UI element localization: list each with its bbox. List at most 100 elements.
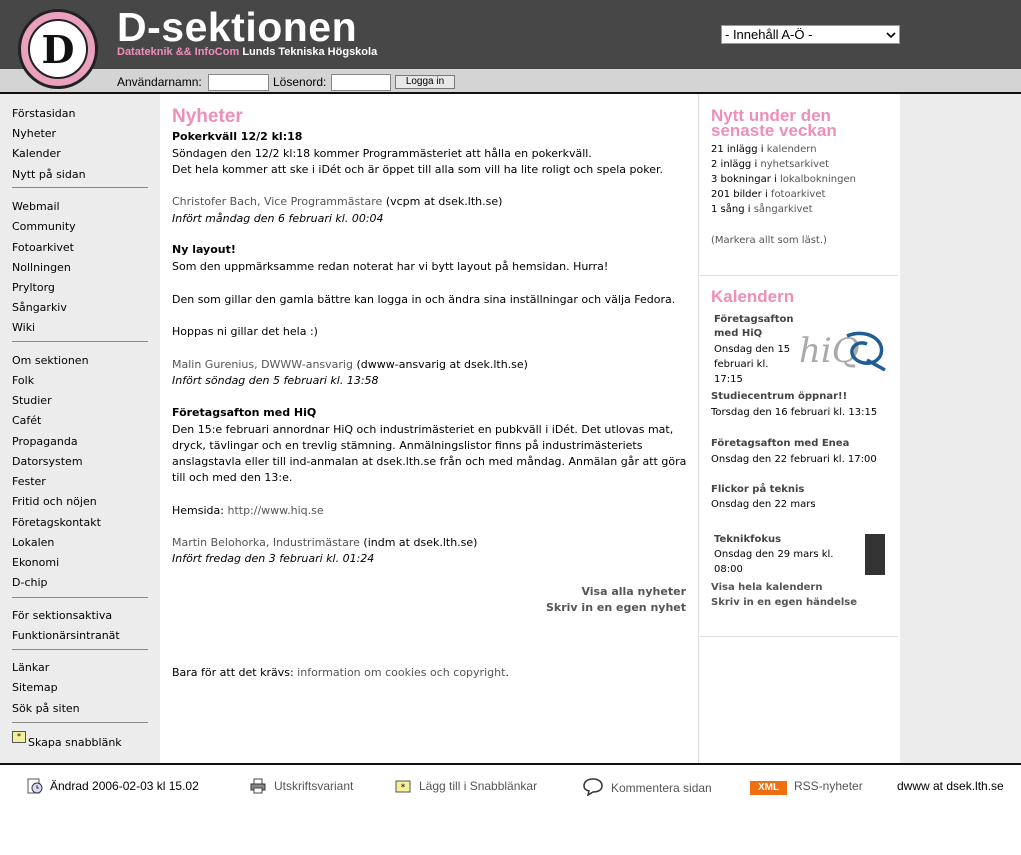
recent-count: 201 bilder i xyxy=(711,189,771,200)
nav-lankar[interactable]: Länkar xyxy=(12,661,49,674)
az-select-value: - Innehåll A-Ö - xyxy=(725,27,813,42)
nav-forstasidan[interactable]: Förstasidan xyxy=(12,107,75,120)
subtitle-program: Datateknik && InfoCom xyxy=(117,46,240,58)
username-label: Användarnamn: xyxy=(117,75,202,89)
nav-lokalen[interactable]: Lokalen xyxy=(12,536,54,549)
hiq-logo: hiQ xyxy=(799,331,886,372)
event-date: 08:00 xyxy=(714,564,743,575)
homepage-link[interactable]: http://www.hiq.se xyxy=(227,504,323,517)
recent-count: 2 inlägg i xyxy=(711,159,761,170)
event-title[interactable]: Företagsafton med Enea xyxy=(711,438,849,449)
login-bar: Användarnamn: Lösenord: Logga in xyxy=(0,69,1021,94)
cookies-link[interactable]: information om cookies och copyright xyxy=(297,666,505,679)
news-date: Infört måndag den 6 februari kl. 00:04 xyxy=(172,212,384,225)
event-title[interactable]: Företagsafton xyxy=(714,314,794,325)
rss-link[interactable]: RSS-nyheter xyxy=(794,779,863,793)
nav-folk[interactable]: Folk xyxy=(12,374,34,387)
content-az-select[interactable]: - Innehåll A-Ö - xyxy=(721,25,900,44)
nav-nyheter[interactable]: Nyheter xyxy=(12,127,56,140)
print-link[interactable]: Utskriftsvariant xyxy=(274,779,353,793)
nav-webmail[interactable]: Webmail xyxy=(12,200,60,213)
calendar-heading: Kalendern xyxy=(711,287,795,306)
author-email: (indm at dsek.lth.se) xyxy=(359,536,478,549)
author-email: (dwww-ansvarig at dsek.lth.se) xyxy=(352,358,528,371)
password-input[interactable] xyxy=(331,74,391,91)
news-text: Den 15:e februari annordnar HiQ och indu… xyxy=(172,423,674,436)
news-date: Infört söndag den 5 februari kl. 13:58 xyxy=(172,374,379,387)
printer-icon xyxy=(250,778,266,794)
add-snabb-link[interactable]: Lägg till i Snabblänkar xyxy=(419,779,537,793)
nav-fotoarkivet[interactable]: Fotoarkivet xyxy=(12,241,74,254)
author-email: (vcpm at dsek.lth.se) xyxy=(382,195,503,208)
write-event-link[interactable]: Skriv in en egen händelse xyxy=(711,597,857,608)
event-title[interactable]: Teknikfokus xyxy=(714,534,781,545)
nav-propaganda[interactable]: Propaganda xyxy=(12,435,78,448)
recent-count: 1 sång i xyxy=(711,204,754,215)
recent-link[interactable]: nyhetsarkivet xyxy=(760,159,829,170)
nav-nollningen[interactable]: Nollningen xyxy=(12,261,71,274)
username-input[interactable] xyxy=(208,74,269,91)
recent-link[interactable]: fotoarkivet xyxy=(771,189,825,200)
cookies-line: Bara för att det krävs: information om c… xyxy=(172,666,509,679)
nav-wiki[interactable]: Wiki xyxy=(12,321,35,334)
nav-fritid[interactable]: Fritid och nöjen xyxy=(12,495,97,508)
comment-link[interactable]: Kommentera sidan xyxy=(611,781,712,795)
author-link[interactable]: Malin Gurenius, DWWW-ansvarig xyxy=(172,358,353,371)
chevron-down-icon xyxy=(886,31,896,38)
event-date: Onsdag den 22 mars xyxy=(711,499,816,510)
show-all-news-link[interactable]: Visa alla nyheter xyxy=(581,585,686,598)
nav-kalender[interactable]: Kalender xyxy=(12,147,61,160)
site-title[interactable]: D-sektionen xyxy=(117,4,357,51)
nav-om-sektionen[interactable]: Om sektionen xyxy=(12,354,89,367)
event-date: Onsdag den 22 februari kl. 17:00 xyxy=(711,454,877,465)
sidebar-divider xyxy=(12,341,148,342)
author-link[interactable]: Martin Belohorka, Industrimästare xyxy=(172,536,360,549)
password-label: Lösenord: xyxy=(273,75,327,89)
event-title[interactable]: med HiQ xyxy=(714,328,762,339)
nav-dchip[interactable]: D-chip xyxy=(12,576,48,589)
nav-datorsystem[interactable]: Datorsystem xyxy=(12,455,83,468)
site-logo[interactable]: D xyxy=(18,9,98,89)
news-text: Söndagen den 12/2 kl:18 kommer Programmä… xyxy=(172,147,592,160)
sidebar-divider xyxy=(12,649,148,650)
nav-sektionsaktiva[interactable]: För sektionsaktiva xyxy=(12,609,112,622)
news-text: Som den uppmärksamme redan noterat har v… xyxy=(172,260,609,273)
nav-foretagskontakt[interactable]: Företagskontakt xyxy=(12,516,101,529)
nav-skapa-snabblank[interactable]: Skapa snabblänk xyxy=(28,736,122,749)
write-news-link[interactable]: Skriv in en egen nyhet xyxy=(546,601,686,614)
recent-link[interactable]: lokalbokningen xyxy=(780,174,856,185)
nav-community[interactable]: Community xyxy=(12,220,76,233)
news-text: till och med den 13:e. xyxy=(172,471,293,484)
show-calendar-link[interactable]: Visa hela kalendern xyxy=(711,582,822,593)
recent-link[interactable]: kalendern xyxy=(767,144,817,155)
author-link[interactable]: Christofer Bach, Vice Programmästare xyxy=(172,195,382,208)
nav-ekonomi[interactable]: Ekonomi xyxy=(12,556,59,569)
news-text: Den som gillar den gamla bättre kan logg… xyxy=(172,293,676,306)
speech-bubble-icon xyxy=(583,778,603,796)
nav-studier[interactable]: Studier xyxy=(12,394,52,407)
xml-icon[interactable]: XML xyxy=(750,781,787,795)
nav-sitemap[interactable]: Sitemap xyxy=(12,681,58,694)
teknikfokus-image xyxy=(865,534,885,575)
login-button[interactable]: Logga in xyxy=(395,75,455,89)
nav-cafet[interactable]: Cafét xyxy=(12,414,41,427)
site-subtitle: Datateknik && InfoCom Lunds Tekniska Hög… xyxy=(117,46,377,58)
news-title: Ny layout! xyxy=(172,243,236,256)
nav-sok[interactable]: Sök på siten xyxy=(12,702,80,715)
event-title[interactable]: Studiecentrum öppnar!! xyxy=(711,391,847,402)
mark-read-link[interactable]: (Markera allt som läst.) xyxy=(711,235,827,246)
nav-sangarkiv[interactable]: Sångarkiv xyxy=(12,301,67,314)
nav-nytt-pa-sidan[interactable]: Nytt på sidan xyxy=(12,168,86,181)
news-author-line: Christofer Bach, Vice Programmästare (vc… xyxy=(172,195,502,208)
recent-item: 201 bilder i fotoarkivet xyxy=(711,189,825,200)
event-title[interactable]: Flickor på teknis xyxy=(711,484,804,495)
right-divider xyxy=(700,636,898,637)
nav-funktionarsintranat[interactable]: Funktionärsintranät xyxy=(12,629,120,642)
right-divider xyxy=(700,275,898,276)
news-text: dryck, tävlingar och en trevlig stämning… xyxy=(172,439,643,452)
nav-fester[interactable]: Fester xyxy=(12,475,46,488)
recent-link[interactable]: sångarkivet xyxy=(754,204,813,215)
recent-count: 21 inlägg i xyxy=(711,144,767,155)
nav-pryltorg[interactable]: Pryltorg xyxy=(12,281,55,294)
clock-page-icon xyxy=(27,778,43,794)
